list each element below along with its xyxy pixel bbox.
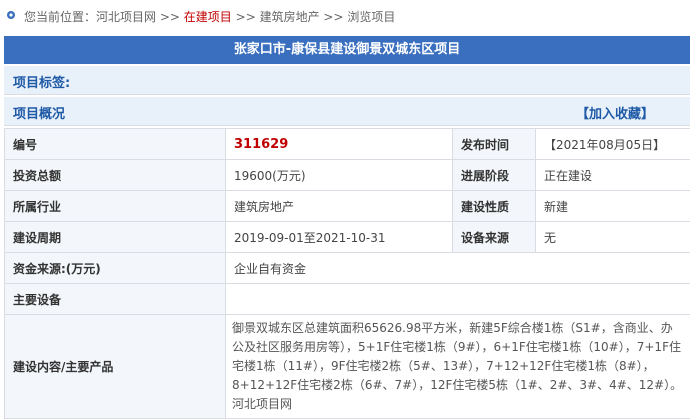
table-row: 建设周期 2019-09-01至2021-10-31 设备来源 无 [5, 222, 690, 253]
overview-section: 项目概况 【加入收藏】 [4, 97, 690, 126]
value-funding: 企业自有资金 [226, 253, 690, 284]
value-id: 311629 [226, 129, 453, 160]
breadcrumb-bar: 您当前位置：河北项目网 >> 在建项目 >> 建筑房地产 >> 浏览项目 [0, 0, 690, 34]
breadcrumb-separator: >> [236, 10, 256, 24]
value-publish-time: 【2021年08月05日】 [536, 129, 690, 160]
page-title: 张家口市-康保县建设御景双城东区项目 [4, 36, 690, 64]
label-content: 建设内容/主要产品 [5, 315, 226, 419]
label-nature: 建设性质 [453, 191, 536, 222]
value-industry: 建筑房地产 [226, 191, 453, 222]
label-industry: 所属行业 [5, 191, 226, 222]
label-main-equipment: 主要设备 [5, 284, 226, 315]
label-equipment-source: 设备来源 [453, 222, 536, 253]
label-id: 编号 [5, 129, 226, 160]
value-main-equipment [226, 284, 690, 315]
label-investment: 投资总额 [5, 160, 226, 191]
breadcrumb-prefix: 您当前位置： [24, 10, 96, 24]
label-period: 建设周期 [5, 222, 226, 253]
tags-label: 项目标签: [13, 72, 70, 91]
table-row: 编号 311629 发布时间 【2021年08月05日】 [5, 129, 690, 160]
label-stage: 进展阶段 [453, 160, 536, 191]
value-investment: 19600(万元) [226, 160, 453, 191]
label-funding: 资金来源:(万元) [5, 253, 226, 284]
value-nature: 新建 [536, 191, 690, 222]
value-content: 御景双城东区总建筑面积65626.98平方米，新建5F综合楼1栋（S1#，含商业… [226, 315, 690, 419]
breadcrumb-separator: >> [160, 10, 180, 24]
breadcrumb-link-building[interactable]: 在建项目 [184, 10, 232, 24]
breadcrumb: 您当前位置：河北项目网 >> 在建项目 >> 建筑房地产 >> 浏览项目 [24, 0, 395, 34]
tags-section: 项目标签: [4, 66, 690, 95]
value-equipment-source: 无 [536, 222, 690, 253]
label-publish-time: 发布时间 [453, 129, 536, 160]
table-row: 投资总额 19600(万元) 进展阶段 正在建设 [5, 160, 690, 191]
overview-label: 项目概况 [13, 103, 65, 122]
table-row: 建设内容/主要产品 御景双城东区总建筑面积65626.98平方米，新建5F综合楼… [5, 315, 690, 419]
table-row: 所属行业 建筑房地产 建设性质 新建 [5, 191, 690, 222]
value-period: 2019-09-01至2021-10-31 [226, 222, 453, 253]
add-favorite-link[interactable]: 【加入收藏】 [576, 103, 654, 122]
table-row: 资金来源:(万元) 企业自有资金 [5, 253, 690, 284]
project-info-table: 编号 311629 发布时间 【2021年08月05日】 投资总额 19600(… [4, 128, 690, 419]
breadcrumb-current: 浏览项目 [347, 10, 395, 24]
breadcrumb-link-home[interactable]: 河北项目网 [96, 10, 156, 24]
breadcrumb-separator: >> [323, 10, 343, 24]
location-icon [5, 10, 17, 22]
table-row: 主要设备 [5, 284, 690, 315]
breadcrumb-link-category[interactable]: 建筑房地产 [260, 10, 320, 24]
value-stage: 正在建设 [536, 160, 690, 191]
